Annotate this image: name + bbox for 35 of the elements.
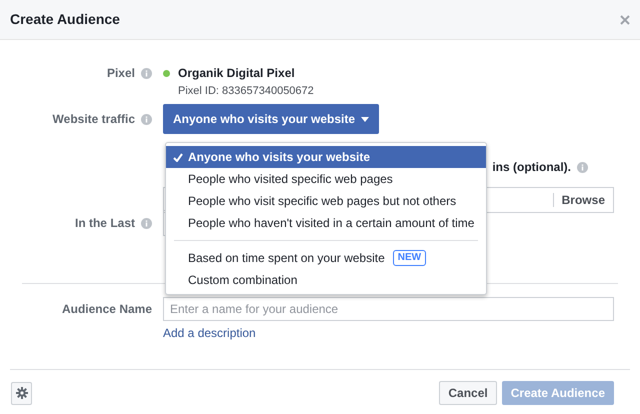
info-icon[interactable] (141, 68, 152, 79)
field-label: Website traffic (52, 112, 135, 126)
menu-item[interactable]: Based on time spent on your website NEW (166, 247, 486, 269)
audience-type-dropdown[interactable]: Anyone who visits your website (163, 104, 380, 134)
browse-button[interactable]: Browse (554, 191, 613, 209)
menu-item[interactable]: Custom combination (166, 269, 486, 291)
menu-item-label: Custom combination (188, 272, 298, 289)
field-label: ins (optional). (492, 159, 571, 176)
info-icon[interactable] (577, 162, 588, 172)
cancel-button[interactable]: Cancel (439, 381, 497, 405)
menu-item-label: People who visited specific web pages (188, 171, 393, 188)
menu-item-label: Based on time spent on your website (188, 250, 385, 267)
close-icon[interactable] (620, 14, 630, 24)
new-badge: NEW (392, 250, 426, 266)
menu-item-label: Anyone who visits your website (188, 149, 370, 166)
menu-item[interactable]: People who visited specific web pages (166, 168, 486, 190)
info-icon[interactable] (141, 218, 152, 229)
menu-item[interactable]: People who haven't visited in a certain amount of time (166, 212, 486, 234)
caret-icon (361, 116, 370, 122)
field-label: Pixel (106, 66, 135, 80)
dialog-title: Create Audience (10, 10, 120, 29)
field-label: In the Last (74, 216, 135, 230)
info-icon[interactable] (141, 114, 152, 125)
check-icon (173, 153, 183, 162)
menu-item-label: People who haven't visited in a certain amount of time (188, 215, 474, 232)
settings-icon (16, 387, 28, 399)
settings-button[interactable] (11, 382, 32, 404)
pixel-name: Organik Digital Pixel (178, 66, 295, 80)
menu-item-label: People who visit specific web pages but not others (188, 193, 456, 210)
audience-name-field[interactable]: Enter a name for your audience (163, 297, 614, 321)
field-label: Audience Name (62, 302, 152, 316)
menu-item[interactable]: Anyone who visits your website (166, 146, 486, 168)
pixel-id: Pixel ID: 833657340050672 (177, 84, 315, 99)
add-description-link[interactable]: Add a description (163, 324, 256, 342)
menu-item[interactable]: People who visit specific web pages but not others (166, 190, 486, 212)
